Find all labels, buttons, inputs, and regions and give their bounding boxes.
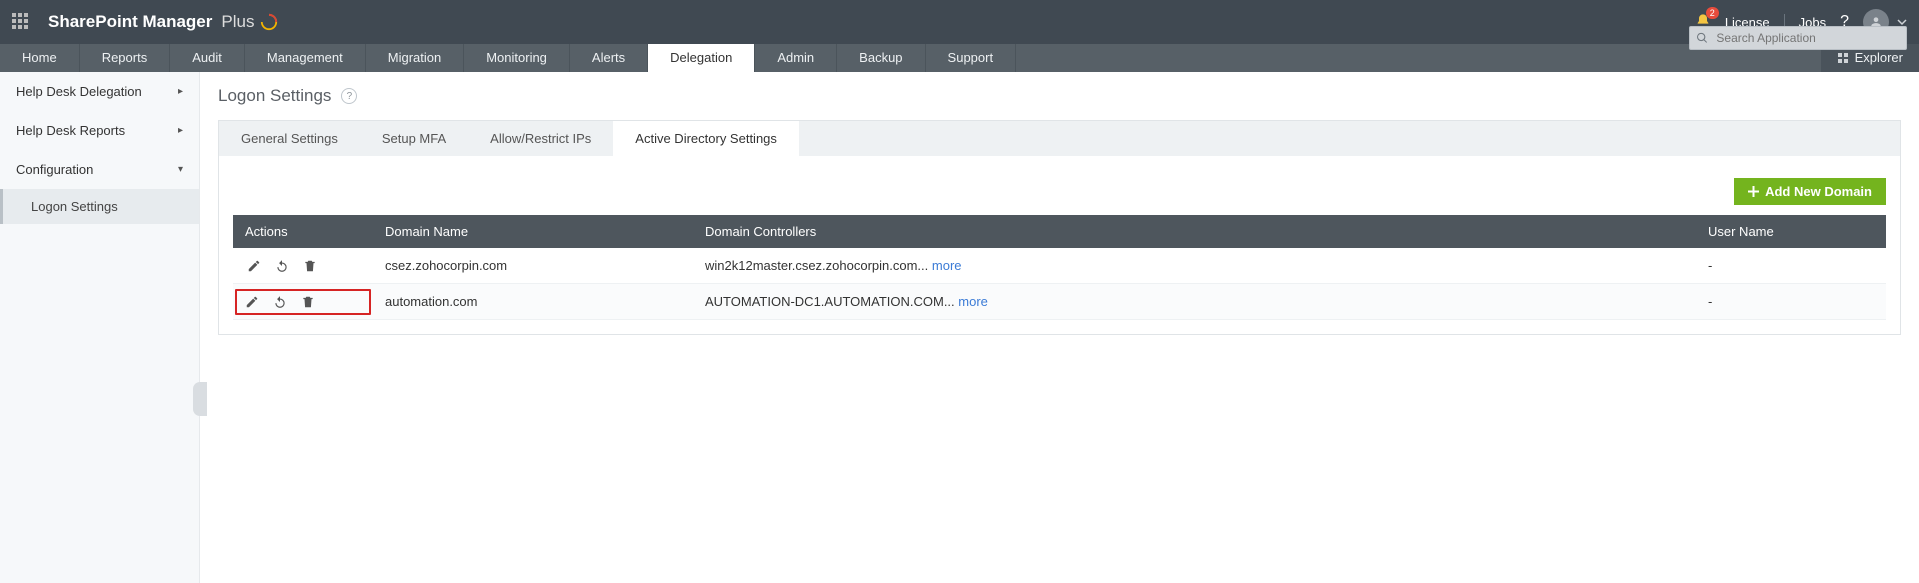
tab-setup-mfa[interactable]: Setup MFA bbox=[360, 121, 468, 156]
cell-domain-name: automation.com bbox=[373, 284, 693, 320]
row-actions-highlighted bbox=[235, 289, 371, 315]
tab-general-settings[interactable]: General Settings bbox=[219, 121, 360, 156]
sidebar-item-label: Configuration bbox=[16, 162, 93, 177]
primary-nav: Home Reports Audit Management Migration … bbox=[0, 44, 1919, 72]
nav-delegation[interactable]: Delegation bbox=[648, 44, 755, 72]
th-domain-controllers: Domain Controllers bbox=[693, 215, 1696, 248]
page-help-icon[interactable]: ? bbox=[341, 88, 357, 104]
nav-reports[interactable]: Reports bbox=[80, 44, 171, 72]
dc-text: AUTOMATION-DC1.AUTOMATION.COM... bbox=[705, 294, 958, 309]
dc-text: win2k12master.csez.zohocorpin.com... bbox=[705, 258, 932, 273]
nav-support[interactable]: Support bbox=[926, 44, 1017, 72]
search-icon bbox=[1696, 31, 1708, 45]
nav-admin[interactable]: Admin bbox=[755, 44, 837, 72]
nav-migration[interactable]: Migration bbox=[366, 44, 464, 72]
notification-badge: 2 bbox=[1706, 7, 1719, 19]
tab-panel: Add New Domain Actions Domain Name Domai… bbox=[218, 156, 1901, 335]
edit-icon[interactable] bbox=[247, 259, 261, 273]
chevron-right-icon: ▸ bbox=[178, 125, 183, 136]
sidebar-item-label: Help Desk Delegation bbox=[16, 84, 142, 99]
more-link[interactable]: more bbox=[932, 258, 962, 273]
table-header-row: Actions Domain Name Domain Controllers U… bbox=[233, 215, 1886, 248]
add-btn-row: Add New Domain bbox=[233, 178, 1886, 205]
table-row: csez.zohocorpin.com win2k12master.csez.z… bbox=[233, 248, 1886, 284]
sidebar: Help Desk Delegation ▸ Help Desk Reports… bbox=[0, 72, 200, 583]
brand-swirl-icon bbox=[260, 13, 278, 31]
add-new-domain-button[interactable]: Add New Domain bbox=[1734, 178, 1886, 205]
page-title: Logon Settings bbox=[218, 86, 331, 106]
th-user-name: User Name bbox=[1696, 215, 1886, 248]
row-actions bbox=[245, 259, 361, 273]
settings-tabs: General Settings Setup MFA Allow/Restric… bbox=[218, 120, 1901, 156]
chevron-right-icon: ▸ bbox=[178, 86, 183, 97]
nav-monitoring[interactable]: Monitoring bbox=[464, 44, 570, 72]
explorer-icon bbox=[1837, 52, 1849, 64]
sidebar-collapse-handle[interactable] bbox=[193, 382, 207, 416]
body-layout: Help Desk Delegation ▸ Help Desk Reports… bbox=[0, 72, 1919, 583]
nav-alerts[interactable]: Alerts bbox=[570, 44, 648, 72]
add-btn-label: Add New Domain bbox=[1765, 184, 1872, 199]
th-domain-name: Domain Name bbox=[373, 215, 693, 248]
nav-backup[interactable]: Backup bbox=[837, 44, 925, 72]
search-input[interactable] bbox=[1714, 30, 1906, 46]
table-row: automation.com AUTOMATION-DC1.AUTOMATION… bbox=[233, 284, 1886, 320]
brand-logo: SharePoint Manager Plus bbox=[48, 12, 278, 32]
delete-icon[interactable] bbox=[303, 259, 317, 273]
plus-icon bbox=[1748, 186, 1759, 197]
brand-light: Plus bbox=[221, 12, 254, 32]
search-box[interactable] bbox=[1689, 26, 1907, 50]
chevron-down-icon: ▾ bbox=[178, 164, 183, 175]
brand-strong: SharePoint Manager bbox=[48, 12, 212, 32]
sidebar-item-help-desk-reports[interactable]: Help Desk Reports ▸ bbox=[0, 111, 199, 150]
cell-user-name: - bbox=[1696, 284, 1886, 320]
top-bar: SharePoint Manager Plus 2 License Jobs ? bbox=[0, 0, 1919, 44]
delete-icon[interactable] bbox=[301, 295, 315, 309]
refresh-icon[interactable] bbox=[275, 259, 289, 273]
domain-table: Actions Domain Name Domain Controllers U… bbox=[233, 215, 1886, 320]
nav-audit[interactable]: Audit bbox=[170, 44, 245, 72]
cell-domain-name: csez.zohocorpin.com bbox=[373, 248, 693, 284]
cell-user-name: - bbox=[1696, 248, 1886, 284]
th-actions: Actions bbox=[233, 215, 373, 248]
nav-management[interactable]: Management bbox=[245, 44, 366, 72]
more-link[interactable]: more bbox=[958, 294, 988, 309]
nav-home[interactable]: Home bbox=[0, 44, 80, 72]
cell-domain-controllers: win2k12master.csez.zohocorpin.com... mor… bbox=[693, 248, 1696, 284]
page-title-row: Logon Settings ? bbox=[218, 86, 1901, 106]
edit-icon[interactable] bbox=[245, 295, 259, 309]
refresh-icon[interactable] bbox=[273, 295, 287, 309]
cell-domain-controllers: AUTOMATION-DC1.AUTOMATION.COM... more bbox=[693, 284, 1696, 320]
sidebar-item-label: Help Desk Reports bbox=[16, 123, 125, 138]
main-content: Logon Settings ? General Settings Setup … bbox=[200, 72, 1919, 583]
tab-allow-restrict-ips[interactable]: Allow/Restrict IPs bbox=[468, 121, 613, 156]
sidebar-subitem-logon-settings[interactable]: Logon Settings bbox=[0, 189, 199, 224]
sidebar-item-configuration[interactable]: Configuration ▾ bbox=[0, 150, 199, 189]
tab-active-directory-settings[interactable]: Active Directory Settings bbox=[613, 121, 799, 156]
sidebar-item-help-desk-delegation[interactable]: Help Desk Delegation ▸ bbox=[0, 72, 199, 111]
app-launcher-icon[interactable] bbox=[12, 13, 30, 31]
